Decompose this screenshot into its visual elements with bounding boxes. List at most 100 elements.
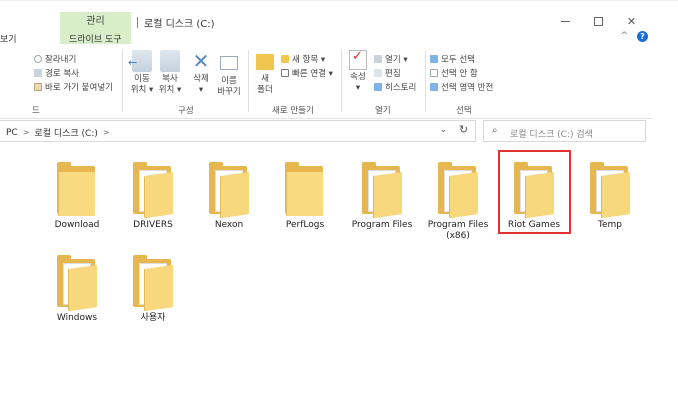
delete-label: 삭제 ▾ (193, 74, 209, 95)
folder-name: 사용자 (140, 313, 166, 323)
scissors-icon (34, 55, 42, 63)
title-separator (137, 16, 138, 28)
new-group-label: 새로 만들기 (272, 106, 314, 116)
new-item-button[interactable]: 새 항목 ▾ (281, 53, 325, 65)
new-folder-button[interactable]: 새 폴더 (250, 50, 280, 96)
folder-name: PerfLogs (285, 220, 325, 230)
folder-icon (283, 162, 327, 216)
folder-icon (436, 162, 480, 218)
file-list: Download DRIVERS Nexon PerfLogs Program File… (0, 143, 678, 419)
breadcrumb-separator[interactable]: > (103, 128, 110, 137)
breadcrumb-drive[interactable]: 로컬 디스크 (C:) (34, 126, 97, 139)
folder-item[interactable]: Program Files (347, 150, 417, 231)
folder-icon (131, 162, 175, 218)
folder-name: Temp (598, 220, 622, 230)
close-icon: ✕ (626, 14, 637, 28)
folder-icon (207, 162, 251, 218)
folder-item[interactable]: 사용자 (118, 243, 188, 324)
easy-access-button[interactable]: 빠른 연결 ▾ (281, 67, 333, 79)
new-folder-icon (256, 54, 274, 70)
search-box[interactable]: ⌕ 로컬 디스크 (C:) 검색 (483, 120, 646, 142)
move-to-button[interactable]: ← 이동 위치 ▾ (127, 50, 157, 96)
new-item-label: 새 항목 ▾ (292, 55, 326, 65)
search-input[interactable]: 로컬 디스크 (C:) 검색 (510, 127, 593, 140)
collapse-ribbon-icon[interactable]: ^ (620, 31, 628, 41)
address-dropdown-icon[interactable]: ⌄ (440, 125, 447, 134)
open-button[interactable]: 열기 ▾ (374, 53, 408, 65)
history-button[interactable]: 히스토리 (374, 81, 416, 93)
maximize-icon (594, 16, 603, 26)
group-divider (425, 50, 426, 112)
invert-selection-icon (430, 83, 438, 91)
folder-icon (360, 162, 404, 218)
minimize-button[interactable] (549, 11, 582, 31)
folder-name: Program Files (x86) (427, 220, 489, 241)
folder-item[interactable]: Nexon (194, 150, 264, 231)
select-group-label: 선택 (456, 106, 472, 116)
title-bar: 관리 로컬 디스크 (C:) ✕ (0, 0, 678, 33)
rename-icon (220, 56, 238, 70)
properties-icon: ✓ (349, 50, 367, 70)
copy-path-button[interactable]: 경로 복사 (34, 67, 79, 79)
breadcrumb-separator[interactable]: > (23, 128, 30, 137)
copy-to-icon (160, 50, 180, 72)
group-divider (341, 50, 342, 112)
folder-name: Download (54, 220, 100, 230)
tab-manage[interactable]: 관리 (60, 12, 131, 32)
open-group-label: 열기 (375, 106, 391, 116)
folder-icon (588, 162, 632, 218)
move-to-label: 이동 위치 ▾ (130, 74, 154, 95)
invert-selection-button[interactable]: 선택 영역 반전 (430, 81, 493, 93)
invert-selection-label: 선택 영역 반전 (441, 83, 494, 93)
delete-button[interactable]: ✕ 삭제 ▾ (186, 50, 216, 96)
breadcrumb-pc[interactable]: PC (6, 128, 18, 138)
close-button[interactable]: ✕ (615, 11, 648, 31)
window-title: 로컬 디스크 (C:) (137, 12, 215, 32)
folder-name: Windows (56, 313, 98, 323)
folder-item[interactable]: PerfLogs (270, 150, 340, 231)
copy-to-button[interactable]: 복사 위치 ▾ (155, 50, 185, 96)
search-icon: ⌕ (492, 125, 498, 136)
open-label: 열기 ▾ (385, 55, 408, 65)
cut-button[interactable]: 잘라내기 (34, 53, 76, 65)
edit-icon (374, 69, 382, 77)
folder-icon (55, 255, 99, 311)
select-none-button[interactable]: 선택 안 함 (430, 67, 478, 79)
tab-drive-tools[interactable]: 드라이브 도구 (69, 32, 122, 45)
folder-icon (55, 162, 99, 216)
folder-item[interactable]: DRIVERS (118, 150, 188, 231)
maximize-button[interactable] (582, 11, 615, 31)
open-icon (374, 55, 382, 63)
rename-button[interactable]: 이름 바꾸기 (214, 50, 244, 98)
folder-name: Nexon (214, 220, 244, 230)
file-explorer-window: 관리 로컬 디스크 (C:) ✕ 보기 드라이브 도구 ^ ? 잘라내기 경로 … (0, 0, 678, 419)
select-all-icon (430, 55, 438, 63)
easy-access-label: 빠른 연결 ▾ (292, 69, 333, 79)
cut-label: 잘라내기 (45, 55, 77, 65)
new-item-icon (281, 55, 289, 63)
breadcrumb: PC > 로컬 디스크 (C:) > (6, 126, 110, 140)
select-all-label: 모두 선택 (441, 55, 475, 65)
select-none-icon (430, 69, 438, 77)
tab-view[interactable]: 보기 (0, 32, 17, 45)
folder-item[interactable]: Temp (575, 150, 645, 231)
folder-name: DRIVERS (133, 220, 173, 230)
properties-button[interactable]: ✓ 속성 ▾ (343, 50, 373, 94)
folder-icon (131, 255, 175, 311)
window-title-text: 로컬 디스크 (C:) (144, 18, 215, 30)
group-divider (122, 50, 123, 112)
group-divider (248, 50, 249, 112)
refresh-icon[interactable]: ↻ (459, 123, 468, 136)
move-to-icon: ← (128, 50, 152, 72)
paste-shortcut-button[interactable]: 바로 가기 붙여넣기 (34, 81, 113, 93)
address-bar[interactable]: PC > 로컬 디스크 (C:) > ⌄ ↻ (0, 120, 476, 142)
folder-item[interactable]: Windows (42, 243, 112, 324)
help-icon[interactable]: ? (637, 31, 648, 42)
selection-highlight (498, 150, 571, 234)
properties-label: 속성 ▾ (350, 72, 366, 93)
paste-shortcut-icon (34, 83, 42, 91)
folder-item[interactable]: Program Files (x86) (423, 150, 493, 242)
select-all-button[interactable]: 모두 선택 (430, 53, 475, 65)
edit-button[interactable]: 편집 (374, 67, 401, 79)
folder-item[interactable]: Download (42, 150, 112, 231)
